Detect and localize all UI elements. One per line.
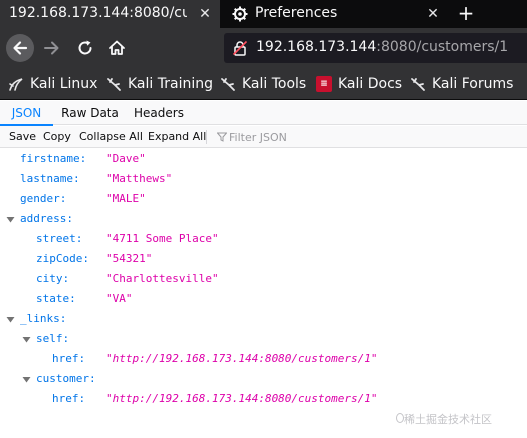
kali-dragon-icon [107,78,121,91]
tab-json[interactable]: JSON [0,101,53,126]
json-key: customer: [36,372,96,385]
browser-tab-customers[interactable]: 192.168.173.144:8080/customers/1 ✕ [0,0,220,28]
json-link-value[interactable]: "http://192.168.173.144:8080/customers/1… [106,389,378,409]
url-text: 192.168.173.144:8080/customers/1 [256,39,508,55]
home-icon [109,40,125,55]
kali-dragon-icon [411,78,425,91]
json-value: "MALE" [106,192,146,205]
json-row[interactable]: state: "VA" [0,289,527,309]
insecure-lock-icon[interactable] [232,40,248,56]
json-value: "4711 Some Place" [106,232,219,245]
json-key: lastname: [20,172,80,185]
back-button[interactable] [6,34,34,62]
json-row[interactable]: firstname: "Dave" [0,149,527,169]
json-row[interactable]: lastname: "Matthews" [0,169,527,189]
expand-arrow-icon[interactable] [22,335,31,344]
forward-button[interactable] [41,37,63,59]
copy-button[interactable]: Copy [43,126,71,148]
kali-dragon-icon [221,78,235,91]
reload-button[interactable] [74,37,96,59]
tab-raw-data[interactable]: Raw Data [55,101,125,125]
browser-tab-title: Preferences [255,5,338,21]
browser-tab-strip: 192.168.173.144:8080/customers/1 ✕ Prefe… [0,0,527,28]
bookmark-kali-docs[interactable]: ≡ Kali Docs [316,74,402,94]
json-link-value[interactable]: "http://192.168.173.144:8080/customers/1… [106,349,378,369]
watermark-logo-icon [396,413,404,423]
json-row[interactable]: href: "http://192.168.173.144:8080/custo… [0,349,527,369]
json-row[interactable]: gender: "MALE" [0,189,527,209]
close-tab-icon[interactable]: ✕ [195,4,215,24]
tab-headers[interactable]: Headers [126,101,192,125]
json-tree: firstname: "Dave" lastname: "Matthews" g… [0,149,527,438]
json-value: "Dave" [106,152,146,165]
bookmark-label: Kali Linux [30,76,98,92]
close-tab-icon[interactable]: ✕ [423,4,443,24]
json-key: city: [36,272,70,285]
json-row-expandable[interactable]: self: [0,329,527,349]
url-host: 192.168.173.144 [256,39,377,55]
json-value: "Charlottesville" [106,272,219,285]
navigation-toolbar: 192.168.173.144:8080/customers/1 [0,28,527,68]
json-key: firstname: [20,152,87,165]
json-value: "VA" [106,292,133,305]
bookmark-label: Kali Tools [242,76,307,92]
save-button[interactable]: Save [9,126,36,148]
gear-icon [232,6,248,22]
json-key: state: [36,292,76,305]
json-key: zipCode: [36,252,89,265]
bookmark-kali-tools[interactable]: Kali Tools [220,74,306,94]
watermark-text: 稀土掘金技术社区 [404,413,492,426]
expand-all-button[interactable]: Expand All [148,126,206,148]
json-key: self: [36,332,70,345]
json-row[interactable]: street: "4711 Some Place" [0,229,527,249]
collapse-all-button[interactable]: Collapse All [79,126,143,148]
expand-arrow-icon[interactable] [22,375,31,384]
arrow-left-icon [13,41,28,55]
json-key: href: [52,352,86,365]
bookmark-kali-forums[interactable]: Kali Forums [410,74,513,94]
toolbar-divider [206,130,207,144]
kali-docs-icon: ≡ [316,76,332,92]
filter-icon [217,132,227,142]
home-button[interactable] [106,37,128,59]
json-row-expandable[interactable]: _links: [0,309,527,329]
url-path: :8080/customers/1 [376,39,509,55]
json-key: address: [20,212,73,225]
new-tab-button[interactable]: + [454,2,478,26]
reload-icon [78,40,92,55]
filter-json-input[interactable] [229,129,379,145]
bookmark-kali-linux[interactable]: Kali Linux [8,74,97,94]
json-key: gender: [20,192,67,205]
expand-arrow-icon[interactable] [6,215,15,224]
bookmark-label: Kali Forums [432,76,514,92]
browser-tab-preferences[interactable]: Preferences ✕ [222,0,448,28]
address-bar[interactable]: 192.168.173.144:8080/customers/1 [224,33,527,63]
json-toolbar: Save Copy Collapse All Expand All [0,126,527,148]
json-value: "Matthews" [106,172,173,185]
json-value: "54321" [106,252,153,265]
expand-arrow-icon[interactable] [6,315,15,324]
json-row[interactable]: href: "http://192.168.173.144:8080/custo… [0,389,527,409]
bookmark-label: Kali Docs [338,76,403,92]
json-row[interactable]: city: "Charlottesville" [0,269,527,289]
kali-dragon-icon [9,78,23,91]
bookmark-label: Kali Training [128,76,213,92]
bookmarks-toolbar: Kali Linux Kali Training Kali Tools ≡ Ka… [0,68,527,100]
json-row-expandable[interactable]: address: [0,209,527,229]
json-key: _links: [20,312,67,325]
json-row[interactable]: zipCode: "54321" [0,249,527,269]
json-key: street: [36,232,83,245]
bookmark-kali-training[interactable]: Kali Training [106,74,213,94]
json-row-expandable[interactable]: customer: [0,369,527,389]
json-viewer-tabs: JSON Raw Data Headers [0,101,527,126]
json-key: href: [52,392,86,405]
browser-tab-title: 192.168.173.144:8080/customers/1 [9,5,187,21]
arrow-right-icon [44,41,59,55]
